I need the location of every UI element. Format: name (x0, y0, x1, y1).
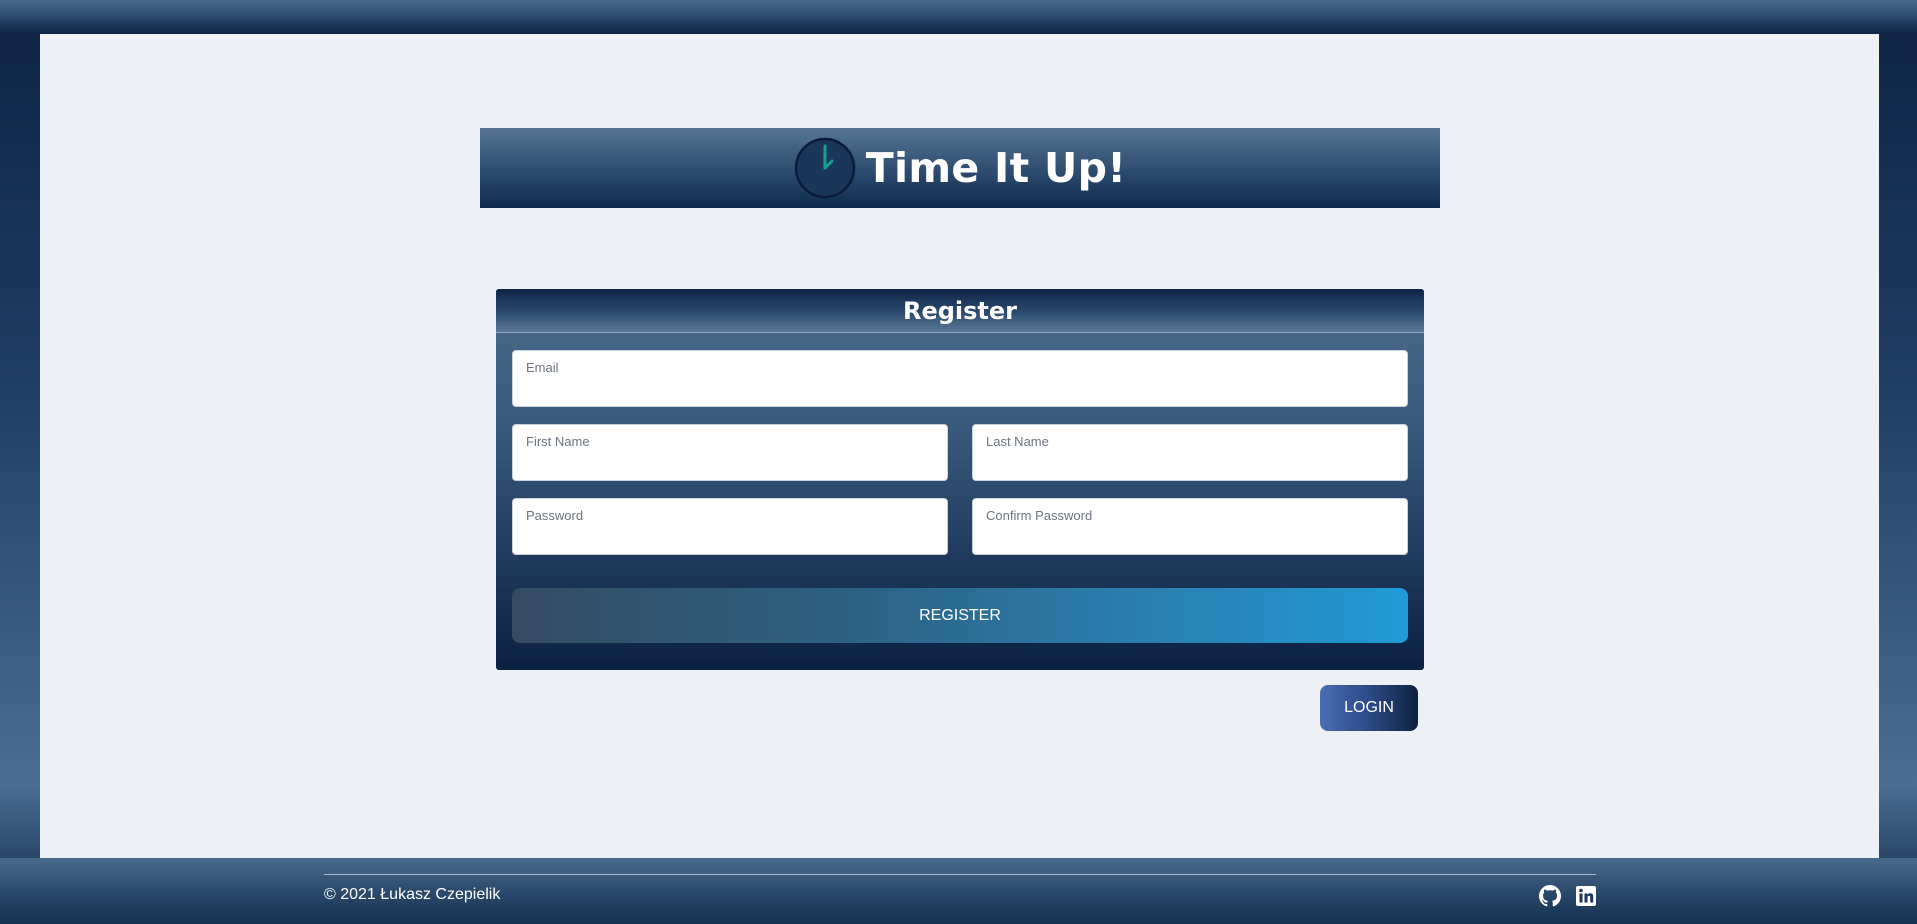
password-input[interactable] (525, 526, 935, 548)
password-label: Password (526, 508, 584, 523)
first-name-label: First Name (526, 434, 590, 449)
brand-title: Time It Up! (865, 144, 1127, 192)
top-strip (0, 0, 1917, 34)
clock-icon (794, 137, 855, 199)
last-name-input[interactable] (985, 452, 1395, 474)
last-name-field[interactable]: Last Name (972, 424, 1408, 481)
register-card-header: Register (496, 289, 1424, 333)
linkedin-icon[interactable] (1575, 885, 1597, 907)
confirm-password-label: Confirm Password (986, 508, 1093, 523)
email-label: Email (526, 360, 559, 375)
first-name-field[interactable]: First Name (512, 424, 948, 481)
register-title: Register (902, 296, 1018, 325)
copyright-text: © 2021 Łukasz Czepielik (324, 886, 501, 903)
footer-divider (324, 874, 1596, 875)
password-field[interactable]: Password (512, 498, 948, 555)
footer: © 2021 Łukasz Czepielik (0, 858, 1917, 924)
first-name-input[interactable] (525, 452, 935, 474)
email-field[interactable]: Email (512, 350, 1408, 407)
email-input[interactable] (525, 378, 1395, 400)
register-card: Register Email First Name Last Name Pass… (496, 289, 1424, 670)
confirm-password-field[interactable]: Confirm Password (972, 498, 1408, 555)
confirm-password-input[interactable] (985, 526, 1395, 548)
last-name-label: Last Name (986, 434, 1049, 449)
login-button[interactable]: LOGIN (1320, 685, 1418, 731)
brand-header: Time It Up! (480, 128, 1440, 208)
register-button[interactable]: REGISTER (512, 588, 1408, 643)
github-icon[interactable] (1539, 885, 1561, 907)
